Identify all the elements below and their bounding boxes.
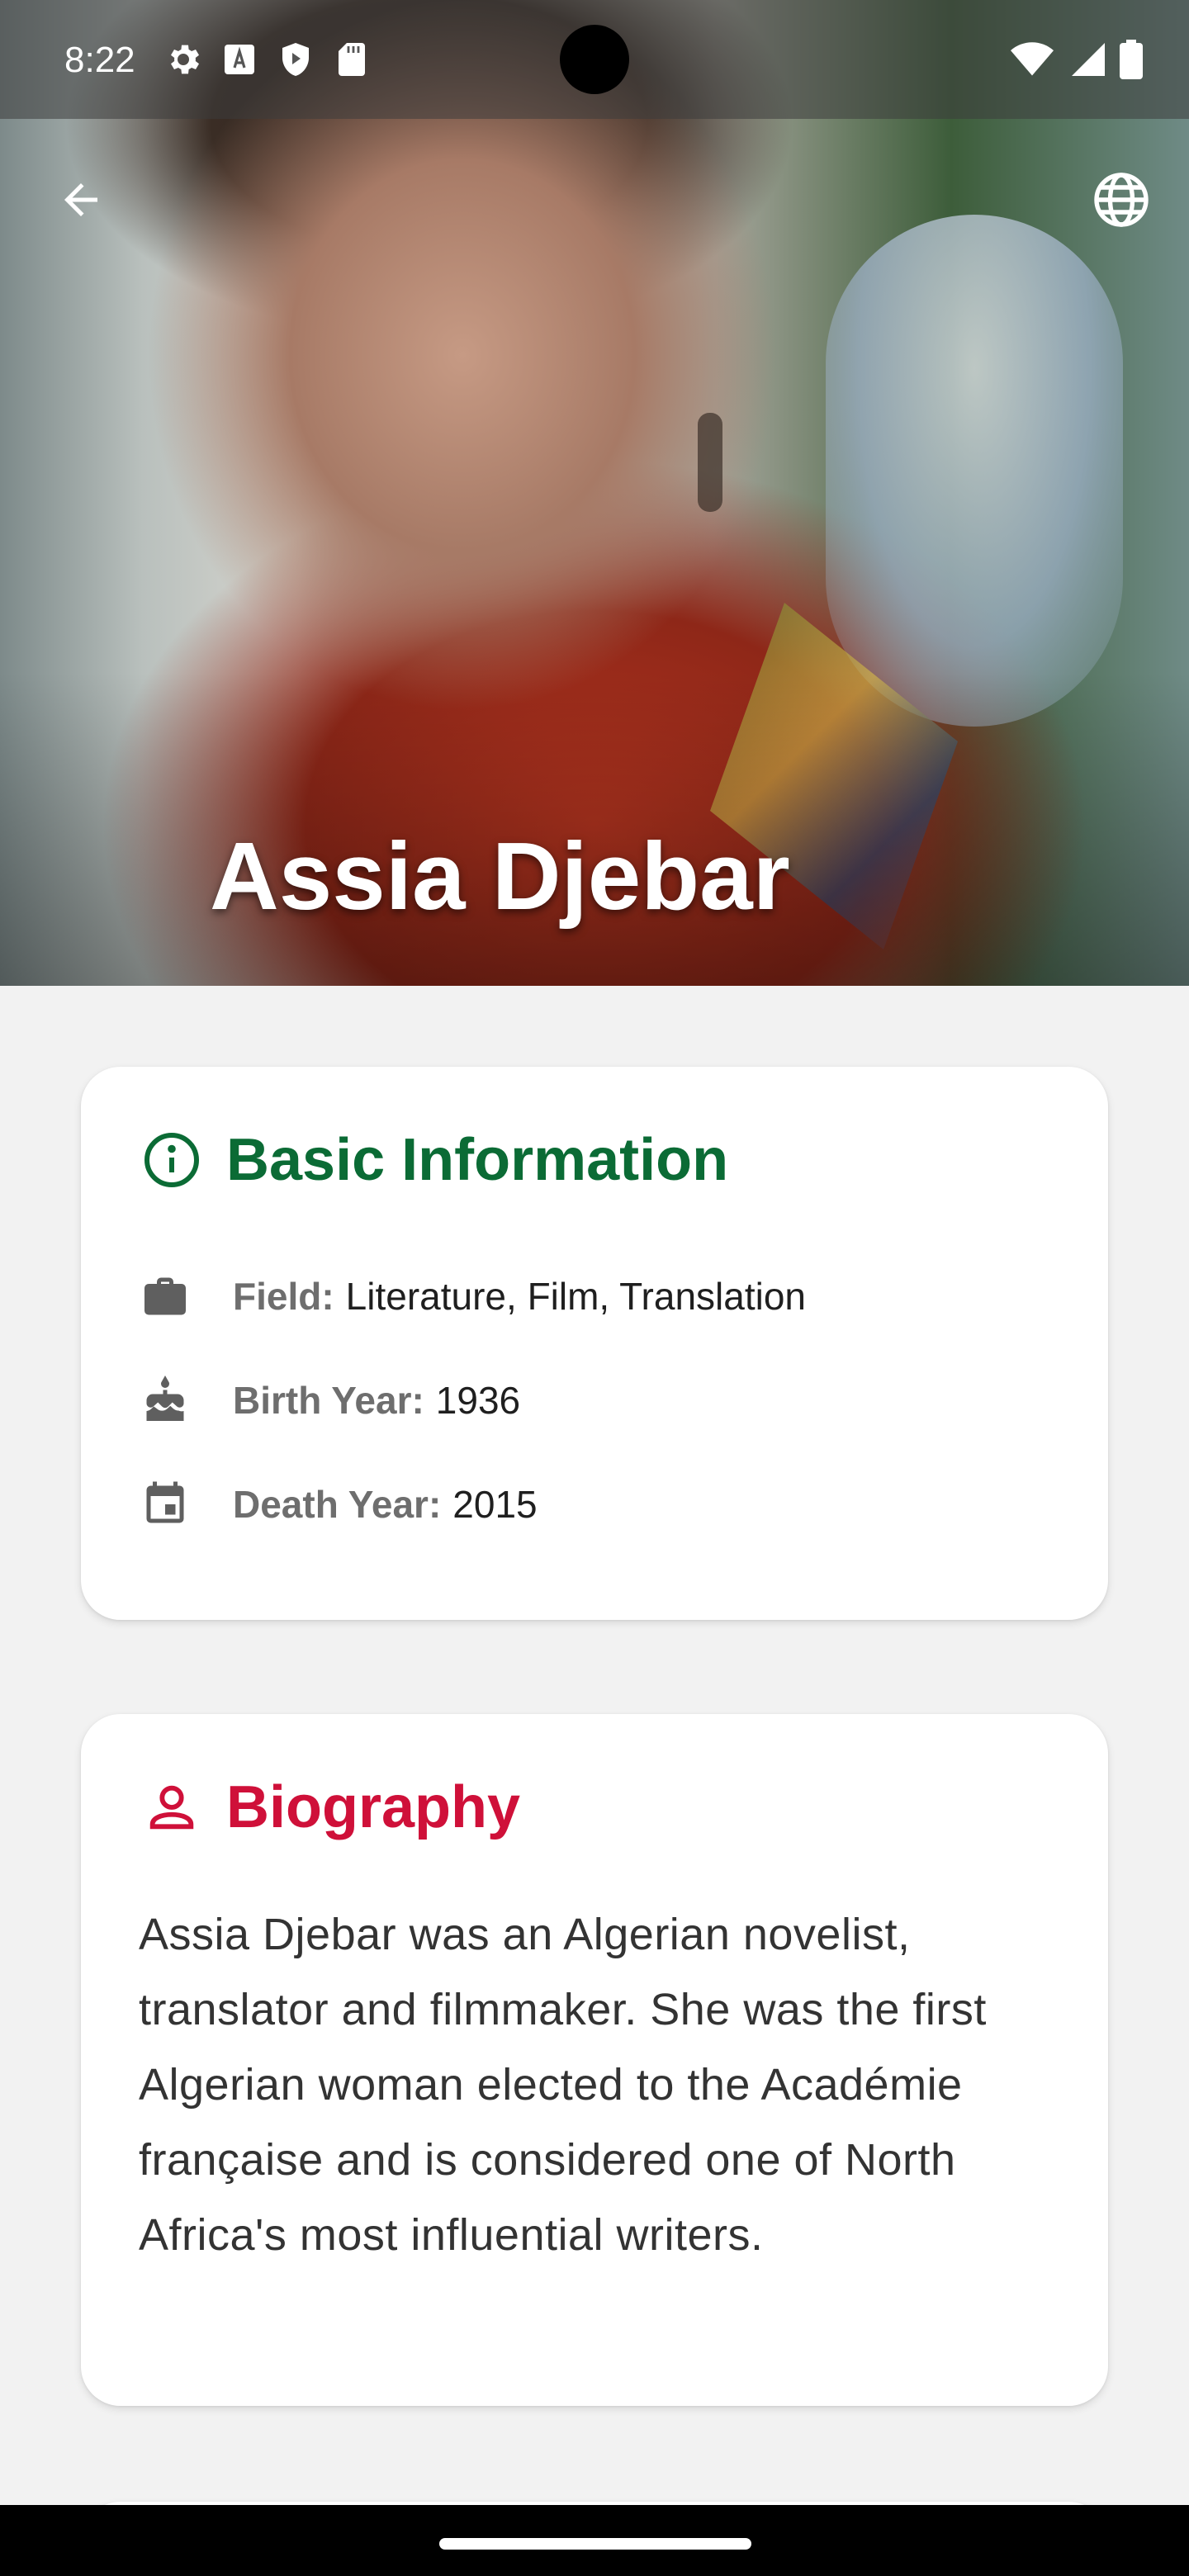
gear-icon bbox=[163, 40, 203, 79]
field-value: Literature, Film, Translation bbox=[345, 1275, 806, 1318]
calendar-icon bbox=[140, 1480, 190, 1529]
shield-play-icon bbox=[276, 40, 315, 79]
birth-year-row: Birth Year: 1936 bbox=[140, 1376, 520, 1425]
basic-information-title: Basic Information bbox=[226, 1127, 729, 1193]
basic-information-card: Basic Information bbox=[81, 1067, 1108, 1620]
globe-icon bbox=[1094, 173, 1149, 227]
birth-year-label: Birth Year: bbox=[233, 1379, 424, 1422]
hero-header: Assia Djebar bbox=[0, 0, 1189, 986]
arrow-back-icon bbox=[64, 183, 97, 216]
birth-year-value: 1936 bbox=[435, 1379, 521, 1422]
wifi-icon bbox=[1011, 40, 1054, 83]
home-handle[interactable] bbox=[439, 2538, 751, 2550]
biography-title: Biography bbox=[226, 1774, 521, 1840]
font-a-icon bbox=[220, 40, 259, 79]
language-button[interactable] bbox=[1087, 165, 1156, 234]
field-row: Field: Literature, Film, Translation bbox=[140, 1271, 806, 1321]
field-label: Field: bbox=[233, 1275, 334, 1318]
status-bar: 8:22 bbox=[0, 0, 1189, 119]
status-time: 8:22 bbox=[64, 40, 135, 80]
death-year-value: 2015 bbox=[452, 1483, 538, 1526]
info-circle-icon bbox=[140, 1129, 203, 1191]
death-year-row: Death Year: 2015 bbox=[140, 1480, 538, 1529]
signal-icon bbox=[1068, 40, 1105, 83]
biography-text: Assia Djebar was an Algerian novelist, t… bbox=[139, 1910, 987, 2260]
briefcase-icon bbox=[140, 1271, 190, 1321]
navigation-bar bbox=[0, 2505, 1189, 2576]
person-icon bbox=[140, 1776, 203, 1839]
battery-icon bbox=[1120, 40, 1143, 83]
camera-cutout bbox=[560, 25, 629, 94]
person-name: Assia Djebar bbox=[210, 822, 790, 930]
sd-card-icon bbox=[332, 40, 372, 79]
back-button[interactable] bbox=[46, 165, 116, 234]
cake-icon bbox=[140, 1376, 190, 1425]
death-year-label: Death Year: bbox=[233, 1483, 442, 1526]
